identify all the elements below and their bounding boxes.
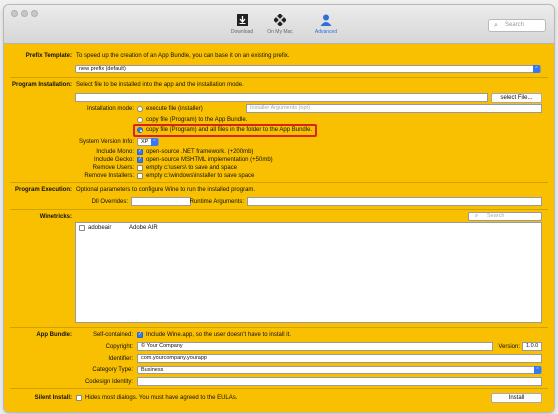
remove-installers-text: empty c:\windows\installer to save space — [146, 173, 255, 179]
include-gecko-label: Include Gecko: — [93, 157, 134, 163]
toolbar-on-my-mac-label: On My Mac — [267, 29, 293, 35]
installer-arguments-placeholder: Installer Arguments (opt) — [250, 105, 310, 111]
mode-copy-file-label: copy file (Program) to the App Bundle. — [146, 117, 248, 123]
include-mono-text: open-source .NET framework. (+200mb) — [146, 149, 254, 155]
minimize-window-button[interactable] — [21, 10, 28, 17]
divider — [10, 77, 548, 78]
program-installation-description: Select file to be installed into the app… — [76, 82, 244, 88]
version-value: 1.0.0 — [526, 343, 539, 349]
toolbar-download-button[interactable]: Download — [222, 14, 262, 40]
copyright-field[interactable]: © Your Company — [137, 342, 493, 351]
winetricks-label: Winetricks: — [39, 214, 72, 220]
silent-install-label: Silent Install: — [34, 395, 72, 401]
toolbar-advanced-button[interactable]: Advanced — [306, 14, 346, 40]
include-mono-checkbox[interactable] — [137, 148, 143, 155]
close-window-button[interactable] — [11, 10, 18, 17]
search-icon: ⌕ — [475, 213, 479, 219]
runtime-arguments-field[interactable] — [247, 197, 542, 206]
codesign-identity-label: Codesign Identity: — [84, 379, 133, 385]
program-execution-description: Optional parameters to configure Wine to… — [76, 187, 256, 193]
winetricks-item-name: adobeair — [88, 225, 112, 231]
copyright-label: Copyright: — [105, 344, 133, 350]
title-bar: Download On My Mac Advanced ⌕ Search — [4, 5, 554, 44]
select-file-button[interactable]: select File... — [491, 93, 542, 103]
silent-install-text: Hides most dialogs. You must have agreed… — [85, 395, 238, 401]
self-contained-text: Include Wine.app, so the user doesn't ha… — [146, 332, 291, 338]
mode-execute-label: execute file (installer) — [146, 106, 203, 112]
winetricks-item-checkbox[interactable] — [79, 225, 85, 231]
program-installation-label: Program Installation: — [11, 82, 72, 88]
gear-person-icon — [306, 14, 346, 28]
remove-users-label: Remove Users: — [92, 165, 134, 171]
system-version-value: XP — [141, 139, 149, 145]
include-gecko-checkbox[interactable] — [137, 156, 143, 163]
version-label: Version: — [498, 344, 520, 350]
main-window: Download On My Mac Advanced ⌕ Search Pre… — [4, 5, 554, 412]
app-bundle-label: App Bundle: — [36, 332, 72, 338]
popup-chevron-icon: ⌃ — [151, 138, 158, 146]
toolbar-on-my-mac-button[interactable]: On My Mac — [260, 13, 300, 40]
installer-arguments-field[interactable]: Installer Arguments (opt) — [246, 104, 542, 113]
dll-overrides-label: Dll Overrides: — [91, 199, 128, 205]
mode-copy-file-radio[interactable] — [137, 117, 143, 123]
prefix-description: To speed up the creation of an App Bundl… — [76, 53, 290, 59]
program-file-field[interactable] — [75, 93, 488, 102]
system-version-label: System Version Info: — [78, 139, 134, 145]
self-contained-checkbox[interactable] — [137, 331, 143, 338]
search-icon: ⌕ — [494, 22, 498, 29]
program-execution-label: Program Execution: — [14, 187, 72, 193]
self-contained-label: Self-contained: — [92, 332, 133, 338]
mode-copy-folder-radio[interactable] — [137, 127, 143, 133]
category-type-popup[interactable]: Business ⌃ — [137, 366, 542, 374]
include-mono-label: Include Mono: — [96, 149, 134, 155]
grid-icon — [260, 13, 300, 28]
winetricks-list[interactable]: adobeair Adobe AIR — [75, 222, 542, 323]
popup-chevron-icon: ⌃ — [534, 366, 541, 374]
divider — [10, 182, 548, 183]
divider — [10, 327, 548, 328]
toolbar-search-placeholder: Search — [505, 22, 525, 28]
include-gecko-text: open-source MSHTML implementation (+50mb… — [146, 157, 273, 163]
install-button[interactable]: Install — [491, 393, 542, 403]
winetricks-search-placeholder: Search — [487, 213, 505, 219]
remove-users-text: empty c:\users\ to save and space — [146, 165, 238, 171]
zoom-window-button[interactable] — [31, 10, 38, 17]
winetricks-item-description: Adobe AIR — [129, 225, 158, 231]
download-icon — [222, 14, 262, 28]
identifier-label: Identifier: — [108, 356, 133, 362]
category-type-label: Category Type: — [92, 367, 133, 373]
prefix-template-label: Prefix Template: — [25, 53, 72, 59]
toolbar-search-field[interactable]: ⌕ Search — [488, 19, 546, 32]
prefix-template-popup[interactable]: new prefix (default) ⌃ — [75, 65, 541, 73]
version-field[interactable]: 1.0.0 — [522, 342, 542, 351]
remove-installers-checkbox[interactable] — [137, 173, 143, 179]
popup-chevron-icon: ⌃ — [533, 65, 540, 73]
remove-installers-label: Remove Installers: — [84, 173, 134, 179]
list-item[interactable]: adobeair Adobe AIR — [76, 224, 541, 232]
installation-mode-label: Installation mode: — [86, 106, 134, 112]
toolbar-download-label: Download — [230, 29, 254, 35]
copyright-value: © Your Company — [141, 343, 183, 349]
divider — [10, 388, 548, 389]
toolbar-advanced-label: Advanced — [314, 29, 338, 35]
content-area: Prefix Template: To speed up the creatio… — [4, 44, 554, 412]
divider — [10, 209, 548, 210]
mode-execute-radio[interactable] — [137, 106, 143, 112]
system-version-popup[interactable]: XP ⌃ — [137, 138, 159, 146]
codesign-identity-field[interactable] — [137, 377, 542, 386]
remove-users-checkbox[interactable] — [137, 165, 143, 171]
mode-copy-folder-label: copy file (Program) and all files in the… — [146, 127, 313, 133]
identifier-value: com.yourcompany.yourapp — [141, 355, 207, 361]
category-type-value: Business — [141, 367, 164, 373]
identifier-field[interactable]: com.yourcompany.yourapp — [137, 354, 542, 363]
silent-install-checkbox[interactable] — [76, 395, 82, 401]
dll-overrides-field[interactable] — [131, 197, 191, 206]
winetricks-search-field[interactable]: ⌕ Search — [468, 212, 542, 221]
prefix-template-value: new prefix (default) — [79, 66, 126, 72]
runtime-arguments-label: Runtime Arguments: — [189, 199, 244, 205]
